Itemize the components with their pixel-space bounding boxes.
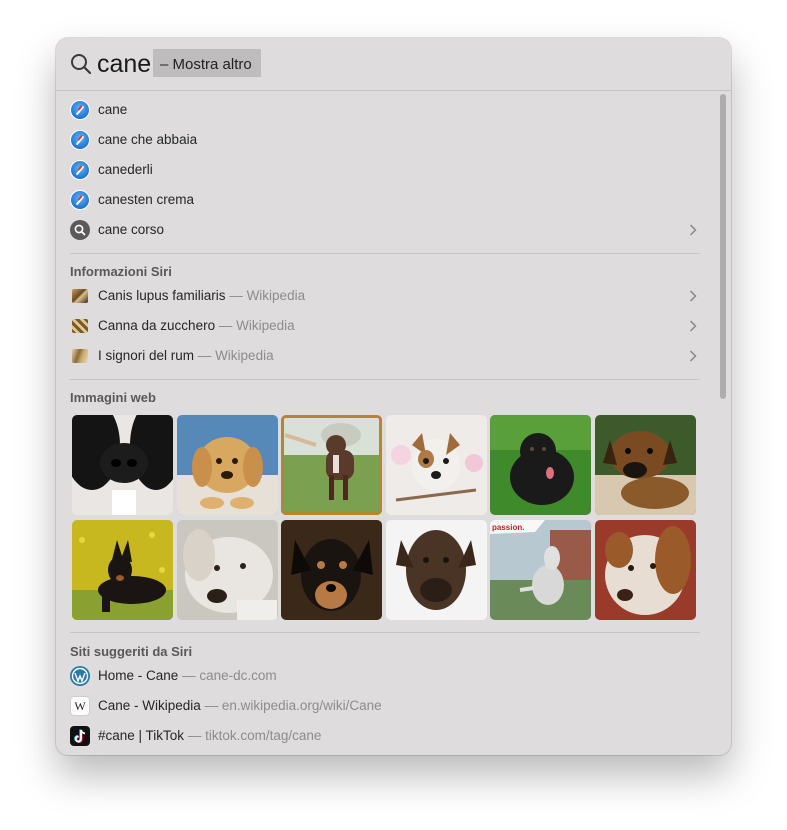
search-input[interactable]: cane [97, 49, 151, 79]
search-bar[interactable]: cane – Mostra altro [56, 38, 731, 90]
siri-info-item[interactable]: Canis lupus familiaris — Wikipedia [56, 282, 711, 310]
safari-icon [70, 130, 90, 150]
siri-site-url: — cane-dc.com [182, 668, 277, 683]
siri-site-title: Cane - Wikipedia [98, 698, 201, 713]
web-image[interactable] [595, 415, 696, 515]
siri-site-url: — tiktok.com/tag/cane [187, 728, 322, 743]
web-image[interactable] [281, 520, 382, 620]
web-image[interactable] [595, 520, 696, 620]
chevron-right-icon [689, 290, 697, 302]
section-title-siri-info: Informazioni Siri [70, 264, 172, 279]
siri-site-item[interactable]: Home - Cane — cane-dc.com [56, 662, 711, 690]
siri-info-source: — Wikipedia [197, 348, 274, 363]
safari-icon [70, 160, 90, 180]
wordpress-icon [70, 666, 90, 686]
suggestion-label: cane [98, 102, 128, 117]
siri-info-item[interactable]: Canna da zucchero — Wikipedia [56, 312, 711, 340]
sugarcane-thumbnail [72, 319, 88, 333]
siri-site-label: Home - Cane — cane-dc.com [98, 662, 277, 690]
siri-info-label: I signori del rum — Wikipedia [98, 342, 274, 370]
siri-info-title: Canis lupus familiaris [98, 288, 226, 303]
web-image[interactable] [386, 415, 487, 515]
safari-icon [70, 100, 90, 120]
search-icon [70, 220, 90, 240]
suggestion-item[interactable]: cane [56, 96, 711, 124]
siri-site-item[interactable]: W Cane - Wikipedia — en.wikipedia.org/wi… [56, 692, 711, 720]
siri-site-url: — en.wikipedia.org/wiki/Cane [204, 698, 382, 713]
web-image[interactable] [177, 415, 278, 515]
section-title-siri-sites: Siti suggeriti da Siri [70, 644, 193, 659]
search-icon [71, 54, 92, 75]
safari-icon [70, 190, 90, 210]
siri-site-title: Home - Cane [98, 668, 179, 683]
siri-info-label: Canna da zucchero — Wikipedia [98, 312, 295, 340]
siri-info-title: I signori del rum [98, 348, 195, 363]
dog-thumbnail [72, 289, 88, 303]
siri-site-label: Cane - Wikipedia — en.wikipedia.org/wiki… [98, 692, 382, 720]
scrollbar-thumb[interactable] [720, 94, 726, 399]
image-watermark: passion. [492, 523, 524, 532]
chevron-right-icon [689, 350, 697, 362]
tiktok-icon [70, 726, 90, 746]
siri-info-title: Canna da zucchero [98, 318, 216, 333]
siri-site-item[interactable]: #cane | TikTok — tiktok.com/tag/cane [56, 722, 711, 750]
chevron-right-icon [689, 224, 697, 236]
rum-thumbnail [72, 349, 88, 363]
suggestion-item[interactable]: cane corso [56, 216, 711, 244]
search-divider [56, 90, 731, 91]
section-title-web-images: Immagini web [70, 390, 156, 405]
suggestion-item[interactable]: cane che abbaia [56, 126, 711, 154]
siri-site-label: #cane | TikTok — tiktok.com/tag/cane [98, 722, 321, 750]
web-image[interactable] [72, 415, 173, 515]
suggestion-label: cane corso [98, 222, 165, 237]
siri-site-title: #cane | TikTok [98, 728, 185, 743]
wikipedia-icon: W [70, 696, 90, 716]
web-image-selected[interactable] [281, 415, 382, 515]
suggestion-label: canederli [98, 162, 153, 177]
web-image[interactable] [72, 520, 173, 620]
web-image[interactable] [490, 415, 591, 515]
web-image[interactable] [386, 520, 487, 620]
section-divider [70, 632, 700, 633]
suggestion-label: cane che abbaia [98, 132, 198, 147]
show-more-hint[interactable]: – Mostra altro [153, 49, 261, 77]
suggestion-item[interactable]: canesten crema [56, 186, 711, 214]
web-image[interactable]: passion. [490, 520, 591, 620]
siri-info-source: — Wikipedia [218, 318, 295, 333]
chevron-right-icon [689, 320, 697, 332]
suggestion-item[interactable]: canederli [56, 156, 711, 184]
web-image[interactable] [177, 520, 278, 620]
siri-info-source: — Wikipedia [229, 288, 306, 303]
section-divider [70, 253, 700, 254]
suggestion-label: canesten crema [98, 192, 195, 207]
siri-info-label: Canis lupus familiaris — Wikipedia [98, 282, 305, 310]
spotlight-panel: cane – Mostra altro cane cane che abbaia… [56, 38, 731, 755]
siri-info-item[interactable]: I signori del rum — Wikipedia [56, 342, 711, 370]
section-divider [70, 379, 700, 380]
